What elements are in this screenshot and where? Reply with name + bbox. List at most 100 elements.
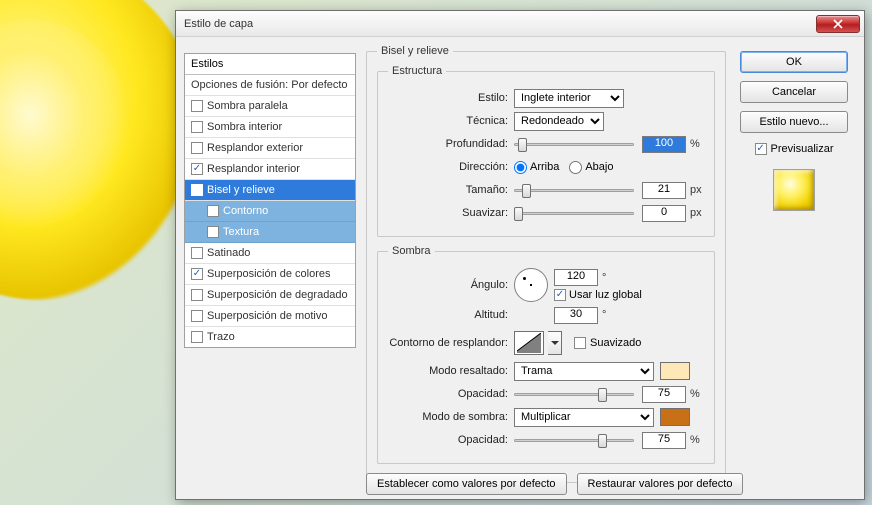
style-select[interactable]: Inglete interior [514,89,624,108]
checkbox-icon[interactable] [191,142,203,154]
antialias-checkbox[interactable] [574,337,586,349]
shadow-opacity-label: Opacidad: [388,434,514,446]
gloss-contour-dropdown[interactable] [548,331,562,355]
style-label: Resplandor interior [207,163,300,175]
direction-up-label: Arriba [530,161,559,173]
shadow-mode-label: Modo de sombra: [388,411,514,423]
style-row-inner-glow[interactable]: Resplandor interior [185,159,355,180]
depth-input[interactable]: 100 [642,136,686,153]
style-row-contour[interactable]: Contorno [185,201,355,222]
checkbox-icon[interactable] [207,226,219,238]
technique-select[interactable]: Redondeado [514,112,604,131]
highlight-opacity-slider[interactable] [514,386,634,402]
structure-fieldset: Estructura Estilo: Inglete interior Técn… [377,65,715,237]
shading-fieldset: Sombra Ángulo: 120 ° [377,245,715,464]
shadow-mode-select[interactable]: Multiplicar [514,408,654,427]
style-row-outer-glow[interactable]: Resplandor exterior [185,138,355,159]
style-row-pattern-overlay[interactable]: Superposición de motivo [185,306,355,327]
global-light-label: Usar luz global [569,289,642,301]
titlebar: Estilo de capa [176,11,864,37]
style-label: Superposición de motivo [207,310,327,322]
styles-list: Estilos Opciones de fusión: Por defecto … [184,53,356,348]
soften-slider[interactable] [514,205,634,221]
checkbox-icon[interactable] [191,247,203,259]
checkbox-icon[interactable] [191,100,203,112]
reset-default-button[interactable]: Restaurar valores por defecto [577,473,744,495]
size-label: Tamaño: [388,184,514,196]
style-row-gradient-overlay[interactable]: Superposición de degradado [185,285,355,306]
checkbox-icon[interactable] [191,289,203,301]
global-light-checkbox[interactable] [554,289,566,301]
style-label: Superposición de degradado [207,289,348,301]
soften-label: Suavizar: [388,207,514,219]
preview-swatch [773,169,815,211]
style-row-bevel-emboss[interactable]: Bisel y relieve [185,180,355,201]
size-slider[interactable] [514,182,634,198]
checkbox-icon[interactable] [191,184,203,196]
ok-button[interactable]: OK [740,51,848,73]
window-title: Estilo de capa [184,18,816,30]
style-label: Sombra interior [207,121,282,133]
shadow-opacity-slider[interactable] [514,432,634,448]
make-default-button[interactable]: Establecer como valores por defecto [366,473,567,495]
pct-unit: % [690,388,700,400]
right-column: OK Cancelar Estilo nuevo... Previsualiza… [740,51,848,211]
style-row-texture[interactable]: Textura [185,222,355,243]
close-icon [833,19,843,29]
antialias-label: Suavizado [590,337,641,349]
shadow-color-swatch[interactable] [660,408,690,426]
checkbox-icon[interactable] [207,205,219,217]
style-row-color-overlay[interactable]: Superposición de colores [185,264,355,285]
checkbox-icon[interactable] [191,121,203,133]
style-row-stroke[interactable]: Trazo [185,327,355,347]
layer-style-dialog: Estilo de capa Estilos Opciones de fusió… [175,10,865,500]
soften-input[interactable]: 0 [642,205,686,222]
preview-label: Previsualizar [771,143,834,155]
direction-up-radio[interactable] [514,161,527,174]
depth-unit: % [690,138,700,150]
style-row-satin[interactable]: Satinado [185,243,355,264]
soften-unit: px [690,207,702,219]
angle-unit: ° [602,272,606,284]
blending-options-row[interactable]: Opciones de fusión: Por defecto [185,75,355,96]
style-label: Estilo: [388,92,514,104]
style-label: Resplandor exterior [207,142,303,154]
new-style-button[interactable]: Estilo nuevo... [740,111,848,133]
checkbox-icon[interactable] [191,268,203,280]
checkbox-icon[interactable] [191,331,203,343]
settings-panel: Bisel y relieve Estructura Estilo: Ingle… [366,45,726,491]
technique-label: Técnica: [388,115,514,127]
size-unit: px [690,184,702,196]
contour-icon [517,333,541,353]
preview-checkbox[interactable] [755,143,767,155]
highlight-color-swatch[interactable] [660,362,690,380]
close-button[interactable] [816,15,860,33]
checkbox-icon[interactable] [191,310,203,322]
style-label: Textura [223,226,259,238]
altitude-unit: ° [602,309,606,321]
cancel-button[interactable]: Cancelar [740,81,848,103]
highlight-opacity-input[interactable]: 75 [642,386,686,403]
depth-slider[interactable] [514,136,634,152]
depth-label: Profundidad: [388,138,514,150]
highlight-mode-label: Modo resaltado: [388,365,514,377]
highlight-opacity-label: Opacidad: [388,388,514,400]
altitude-label: Altitud: [388,309,514,321]
angle-label: Ángulo: [388,279,514,291]
style-row-drop-shadow[interactable]: Sombra paralela [185,96,355,117]
shadow-opacity-input[interactable]: 75 [642,432,686,449]
pct-unit: % [690,434,700,446]
style-row-inner-shadow[interactable]: Sombra interior [185,117,355,138]
style-label: Bisel y relieve [207,184,275,196]
structure-legend: Estructura [388,65,446,77]
highlight-mode-select[interactable]: Trama [514,362,654,381]
checkbox-icon[interactable] [191,163,203,175]
gloss-contour-swatch[interactable] [514,331,544,355]
direction-down-radio[interactable] [569,161,582,174]
angle-input[interactable]: 120 [554,269,598,286]
direction-label: Dirección: [388,161,514,173]
altitude-input[interactable]: 30 [554,307,598,324]
style-label: Sombra paralela [207,100,288,112]
angle-dial[interactable] [514,268,548,302]
size-input[interactable]: 21 [642,182,686,199]
